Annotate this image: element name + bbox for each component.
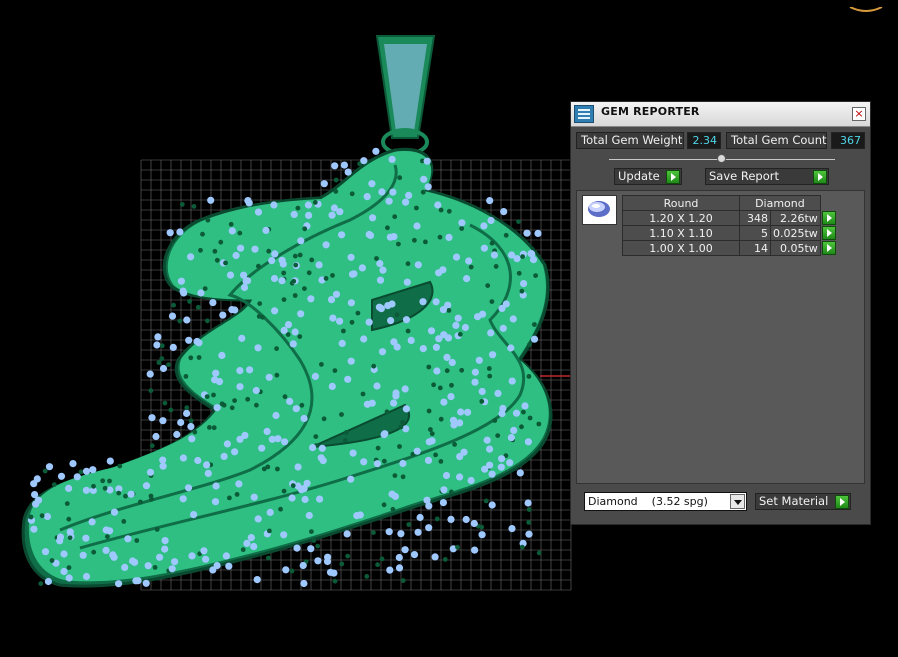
round-gem-icon[interactable] <box>582 195 617 225</box>
panel-title-bar[interactable]: GEM REPORTER × <box>571 102 870 127</box>
gem-weight: 2.26tw <box>770 210 821 226</box>
total-gem-weight-value: 2.34 <box>687 132 721 149</box>
panel-title: GEM REPORTER <box>601 105 700 118</box>
go-arrow-icon <box>835 495 849 509</box>
update-button-label: Update <box>618 169 660 183</box>
gem-size: 1.20 X 1.20 <box>622 210 740 226</box>
gem-count: 14 <box>739 240 771 256</box>
table-row[interactable]: 1.20 X 1.20 348 2.26tw <box>622 210 836 226</box>
material-dropdown-value: Diamond (3.52 spg) <box>588 495 708 508</box>
table-row[interactable]: 1.00 X 1.00 14 0.05tw <box>622 240 836 256</box>
go-arrow-icon[interactable] <box>821 226 836 240</box>
set-material-button-label: Set Material <box>759 494 829 508</box>
set-material-button[interactable]: Set Material <box>755 493 851 510</box>
gem-reporter-panel: GEM REPORTER × Total Gem Weight 2.34 Tot… <box>570 101 871 525</box>
table-row[interactable]: 1.10 X 1.10 5 0.025tw <box>622 225 836 241</box>
save-report-button[interactable]: Save Report <box>705 168 829 185</box>
gem-weight: 0.05tw <box>770 240 821 256</box>
gem-results-area: Round Diamond 1.20 X 1.20 348 2.26tw 1.1… <box>576 190 865 484</box>
slider-handle[interactable] <box>717 154 726 163</box>
table-header-row: Round Diamond <box>622 195 836 211</box>
gem-count: 5 <box>739 225 771 241</box>
total-gem-weight-label: Total Gem Weight <box>576 132 684 149</box>
corner-logo <box>848 0 884 12</box>
gem-count: 348 <box>739 210 771 226</box>
go-arrow-icon[interactable] <box>821 241 836 255</box>
gem-reporter-icon <box>574 105 594 123</box>
gem-size: 1.10 X 1.10 <box>622 225 740 241</box>
gem-table: Round Diamond 1.20 X 1.20 348 2.26tw 1.1… <box>622 195 836 256</box>
go-arrow-icon <box>813 170 827 184</box>
material-header: Diamond <box>739 195 821 211</box>
gem-size: 1.00 X 1.00 <box>622 240 740 256</box>
go-arrow-icon[interactable] <box>821 211 836 225</box>
total-gem-count-label: Total Gem Count <box>726 132 827 149</box>
go-arrow-icon <box>666 170 680 184</box>
total-gem-count-value: 367 <box>831 132 865 149</box>
save-report-button-label: Save Report <box>709 169 780 183</box>
close-icon[interactable]: × <box>852 107 866 121</box>
material-dropdown[interactable]: Diamond (3.52 spg) <box>584 492 747 511</box>
shape-header: Round <box>622 195 740 211</box>
gem-weight: 0.025tw <box>770 225 821 241</box>
update-button[interactable]: Update <box>614 168 682 185</box>
dropdown-arrow-icon[interactable] <box>730 494 745 509</box>
